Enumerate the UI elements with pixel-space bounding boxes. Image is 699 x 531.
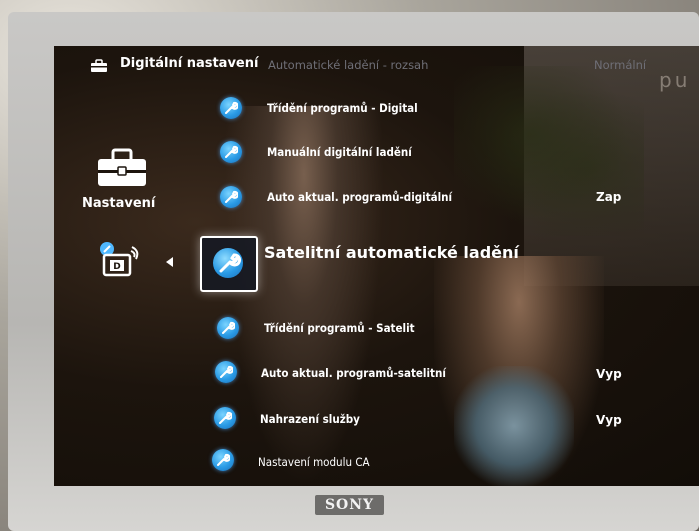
wrench-icon	[220, 186, 242, 208]
svg-text:D: D	[113, 262, 120, 272]
menu-item-value: Vyp	[596, 367, 622, 381]
header-title: Digitální nastavení	[120, 56, 259, 71]
wrench-icon	[215, 361, 237, 383]
menu-item-value: Vyp	[596, 413, 622, 427]
wrench-icon	[220, 141, 242, 163]
menu-back-arrow-icon[interactable]	[166, 257, 173, 267]
wrench-icon	[213, 248, 243, 278]
header-current-item: Automatické ladění - rozsah	[268, 58, 429, 72]
menu-item-label: Třídění programů - Digital	[267, 101, 418, 115]
wrench-icon	[214, 407, 236, 429]
menu-item-auto-update-satellite[interactable]: Auto aktual. programů-satelitní Vyp	[54, 358, 699, 388]
satellite-tuning-icon: D	[100, 242, 139, 277]
menu-item-manual-digital-tuning[interactable]: Manuální digitální ladění	[54, 138, 699, 168]
selected-item-highlight[interactable]	[200, 236, 258, 292]
menu-item-service-replacement[interactable]: Nahrazení služby Vyp	[54, 404, 699, 434]
menu-item-label: Nastavení modulu CA	[258, 455, 370, 469]
background-text: pu	[659, 68, 691, 92]
wrench-icon	[220, 97, 242, 119]
menu-item-label: Třídění programů - Satelit	[264, 321, 415, 335]
osd-header: Digitální nastavení Automatické ladění -…	[54, 46, 699, 92]
menu-item-ca-module-settings[interactable]: Nastavení modulu CA	[54, 446, 699, 476]
menu-item-satellite-sort[interactable]: Třídění programů - Satelit	[54, 314, 699, 344]
menu-item-value: Zap	[596, 190, 622, 204]
wrench-icon	[217, 317, 239, 339]
menu-item-label: Auto aktual. programů-satelitní	[261, 366, 446, 380]
menu-item-label: Auto aktual. programů-digitální	[267, 190, 453, 204]
selected-item-label[interactable]: Satelitní automatické ladění	[264, 243, 519, 262]
header-current-value: Normální	[594, 58, 647, 72]
menu-item-auto-update-digital[interactable]: Auto aktual. programů-digitální Zap	[54, 183, 699, 213]
tv-brand-logo: SONY	[0, 495, 699, 515]
wrench-icon	[212, 449, 234, 471]
tv-screen: Digitální nastavení Automatické ladění -…	[54, 46, 699, 486]
menu-item-label: Manuální digitální ladění	[267, 145, 412, 159]
toolbox-small-icon	[91, 59, 107, 72]
menu-item-digital-sort[interactable]: Třídění programů - Digital	[54, 94, 699, 124]
menu-item-label: Nahrazení služby	[260, 412, 360, 426]
